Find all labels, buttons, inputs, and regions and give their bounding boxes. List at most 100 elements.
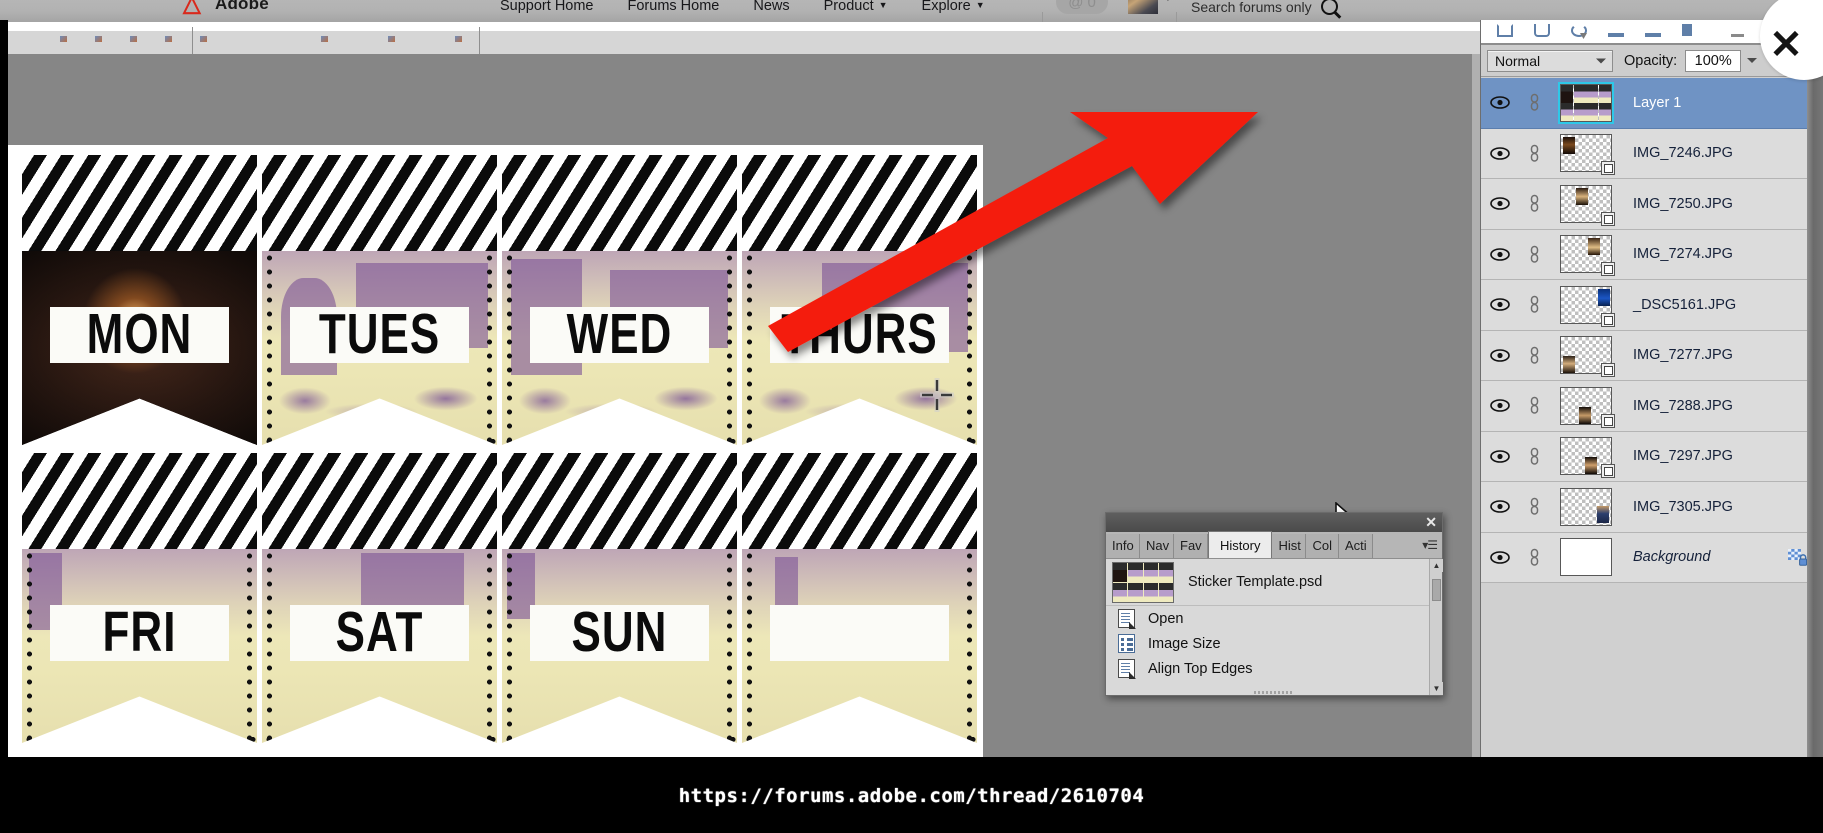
layer-thumbnail-cell[interactable] [1549,285,1623,327]
opacity-slider-caret-icon[interactable] [1747,58,1758,63]
link-icon[interactable] [1519,93,1549,112]
sticker-card[interactable]: WED [502,155,737,445]
eye-icon[interactable] [1481,146,1519,160]
eye-icon[interactable] [1481,96,1519,110]
eye-icon[interactable] [1481,298,1519,312]
history-state-row[interactable]: Open [1106,606,1442,631]
history-snapshot-row[interactable]: Sticker Template.psd [1106,559,1442,606]
layer-name[interactable]: IMG_7305.JPG [1633,499,1733,515]
layer-name[interactable]: IMG_7250.JPG [1633,196,1733,212]
layers-list[interactable]: Layer 1 IMG_7246.JPG IMG_7250.JPG IMG_72… [1481,78,1823,757]
history-scrollbar[interactable]: ▲ ▼ [1429,559,1443,695]
layer-name[interactable]: IMG_7288.JPG [1633,398,1733,414]
align-right-icon[interactable] [1571,24,1587,37]
layer-name[interactable]: IMG_7246.JPG [1633,145,1733,161]
nav-item-forums-home[interactable]: Forums Home [628,0,720,14]
sticker-card[interactable] [742,453,977,743]
nav-item-product[interactable]: Product ▼ [824,0,888,14]
sticker-card[interactable]: SUN [502,453,737,743]
tab-info[interactable]: Info [1106,534,1140,558]
layer-thumbnail-cell[interactable] [1549,134,1623,176]
layer-thumbnail-cell[interactable] [1549,81,1623,124]
link-icon[interactable] [1519,245,1549,264]
layer-thumbnail-cell[interactable] [1549,538,1623,577]
panel-menu-icon[interactable]: ▾☰ [1422,538,1438,552]
tab-color[interactable]: Col [1306,534,1339,558]
distribute-bottom-icon[interactable] [1682,24,1692,36]
eye-icon[interactable] [1481,197,1519,211]
layer-thumbnail-cell[interactable] [1549,437,1623,479]
close-icon[interactable]: ✕ [1425,514,1437,530]
table-row[interactable]: _DSC5161.JPG [1481,280,1823,331]
align-center-icon[interactable] [1534,24,1550,37]
link-icon[interactable] [1519,497,1549,516]
layer-name[interactable]: IMG_7274.JPG [1633,246,1733,262]
history-state-row[interactable]: Image Size [1106,631,1442,656]
panel-resize-grip[interactable] [1254,691,1294,694]
tab-histogram[interactable]: Hist [1272,534,1307,558]
blend-mode-select[interactable]: Normal [1487,49,1613,72]
layer-thumbnail-cell[interactable] [1549,487,1623,526]
mentions-badge[interactable]: @ 0 [1056,0,1108,14]
table-row[interactable]: IMG_7277.JPG [1481,330,1823,381]
layer-thumbnail-cell[interactable] [1549,386,1623,428]
layer-thumbnail-cell[interactable] [1549,184,1623,226]
link-icon[interactable] [1519,346,1549,365]
eye-icon[interactable] [1481,500,1519,514]
tab-history[interactable]: History [1208,531,1273,558]
forum-search[interactable]: Search forums only [1191,0,1338,15]
scroll-down-icon[interactable]: ▼ [1430,682,1443,695]
table-row[interactable]: Layer 1 [1481,78,1823,129]
nav-item-support-home[interactable]: Support Home [500,0,594,14]
link-icon[interactable] [1519,447,1549,466]
sticker-card[interactable]: FRI [22,453,257,743]
sticker-card[interactable]: TUES [262,155,497,445]
layer-name[interactable]: IMG_7297.JPG [1633,448,1733,464]
table-row[interactable]: IMG_7274.JPG [1481,229,1823,280]
align-left-icon[interactable] [1497,24,1513,37]
table-row[interactable]: IMG_7250.JPG [1481,179,1823,230]
eye-icon[interactable] [1481,247,1519,261]
tab-navigator[interactable]: Nav [1140,534,1174,558]
layer-name[interactable]: IMG_7277.JPG [1633,347,1733,363]
eye-icon[interactable] [1481,348,1519,362]
table-row[interactable]: IMG_7246.JPG [1481,128,1823,179]
scrollbar-thumb[interactable] [1432,579,1441,601]
table-row[interactable]: IMG_7297.JPG [1481,431,1823,482]
layer-name[interactable]: Background [1633,549,1710,565]
eye-icon[interactable] [1481,399,1519,413]
link-icon[interactable] [1519,144,1549,163]
layer-thumbnail-cell[interactable] [1549,235,1623,277]
search-input[interactable]: Search forums only [1191,0,1312,15]
sticker-card[interactable]: SAT [262,453,497,743]
layer-thumbnail-cell[interactable] [1549,336,1623,378]
sticker-card[interactable]: MON [22,155,257,445]
tab-actions[interactable]: Acti [1338,534,1373,558]
history-list[interactable]: Sticker Template.psd Open Image Size Ali… [1106,559,1443,695]
adobe-logo[interactable]: △ Adobe [183,0,269,15]
opacity-input[interactable]: 100% [1685,49,1742,72]
tab-favorites[interactable]: Fav [1174,534,1208,558]
layers-panel[interactable]: Normal Opacity: 100% Layer 1 IMG_7246.JP… [1480,20,1823,757]
avatar[interactable] [1128,0,1158,14]
distribute-middle-icon[interactable] [1645,24,1661,37]
table-row[interactable]: IMG_7305.JPG [1481,482,1823,533]
table-row[interactable]: IMG_7288.JPG [1481,381,1823,432]
link-icon[interactable] [1519,396,1549,415]
document-page[interactable]: MON TUES WED THURS FRI SAT SUN [8,145,983,757]
distribute-top-icon[interactable] [1608,24,1624,37]
eye-icon[interactable] [1481,449,1519,463]
history-state-row[interactable]: Align Top Edges [1106,656,1442,681]
link-icon[interactable] [1519,295,1549,314]
eye-icon[interactable] [1481,550,1519,564]
scroll-up-icon[interactable]: ▲ [1430,559,1443,572]
history-panel[interactable]: ✕ Info Nav Fav History Hist Col Acti ▾☰ … [1105,512,1443,696]
nav-item-explore[interactable]: Explore ▼ [922,0,985,14]
chevron-down-icon[interactable]: ▼ [1163,0,1173,4]
layer-name[interactable]: _DSC5161.JPG [1633,297,1736,313]
link-icon[interactable] [1519,548,1549,567]
more-options-icon[interactable] [1731,24,1744,37]
search-icon[interactable] [1320,0,1338,15]
panel-titlebar[interactable]: ✕ [1106,513,1442,532]
link-icon[interactable] [1519,194,1549,213]
